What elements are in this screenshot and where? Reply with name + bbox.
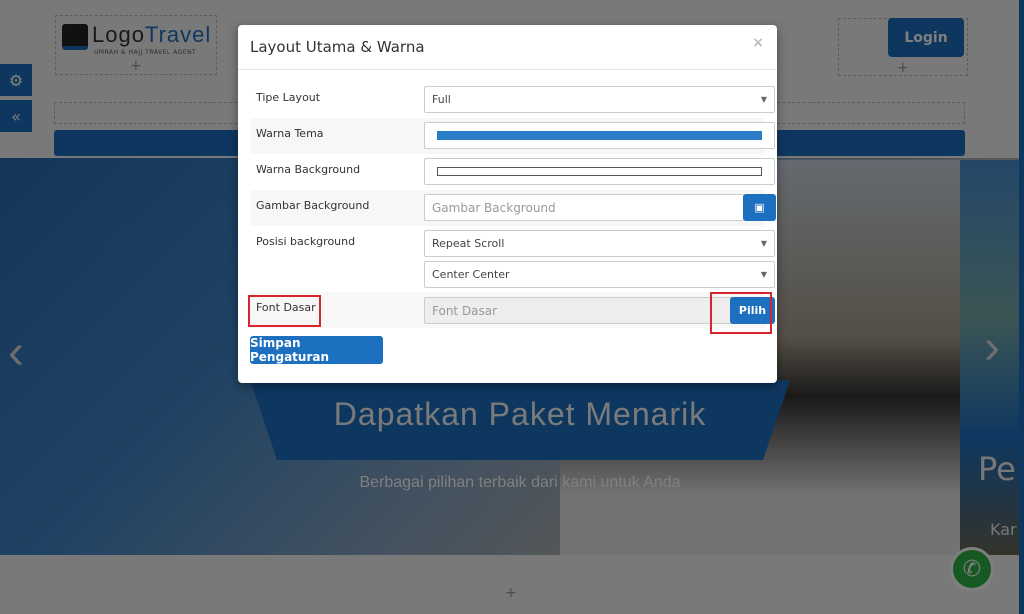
tipe-layout-select[interactable]: Full ▼ <box>424 86 775 113</box>
row-warna-background: Warna Background <box>250 154 775 190</box>
highlight-box <box>248 295 321 327</box>
row-font-dasar: Font Dasar Font Dasar Pilih <box>250 292 775 328</box>
color-swatch <box>437 131 762 140</box>
label: Tipe Layout <box>256 91 321 104</box>
layout-color-modal: Layout Utama & Warna × Tipe Layout Full ▼… <box>238 25 777 383</box>
label: Warna Tema <box>256 127 324 140</box>
gambar-background-input[interactable]: Gambar Background <box>424 194 744 221</box>
font-dasar-input[interactable]: Font Dasar <box>424 297 734 324</box>
caret-down-icon: ▼ <box>760 239 767 248</box>
label: Warna Background <box>256 163 361 176</box>
highlight-box <box>710 292 772 334</box>
caret-down-icon: ▼ <box>760 270 767 279</box>
repeat-select[interactable]: Repeat Scroll ▼ <box>424 230 775 257</box>
row-posisi-background: Posisi background Repeat Scroll ▼ Center … <box>250 226 775 292</box>
image-icon[interactable]: ▣ <box>743 194 776 221</box>
close-icon[interactable]: × <box>752 35 764 51</box>
label: Gambar Background <box>256 199 370 212</box>
row-tipe-layout: Tipe Layout Full ▼ <box>250 82 775 118</box>
modal-title: Layout Utama & Warna <box>250 38 425 56</box>
row-warna-tema: Warna Tema <box>250 118 775 154</box>
warna-background-picker[interactable] <box>424 158 775 185</box>
position-select[interactable]: Center Center ▼ <box>424 261 775 288</box>
label: Posisi background <box>256 235 356 248</box>
row-gambar-background: Gambar Background Gambar Background ▣ <box>250 190 776 226</box>
warna-tema-picker[interactable] <box>424 122 775 149</box>
caret-down-icon: ▼ <box>760 95 767 104</box>
color-swatch <box>437 167 762 176</box>
simpan-pengaturan-button[interactable]: Simpan Pengaturan <box>250 336 383 364</box>
